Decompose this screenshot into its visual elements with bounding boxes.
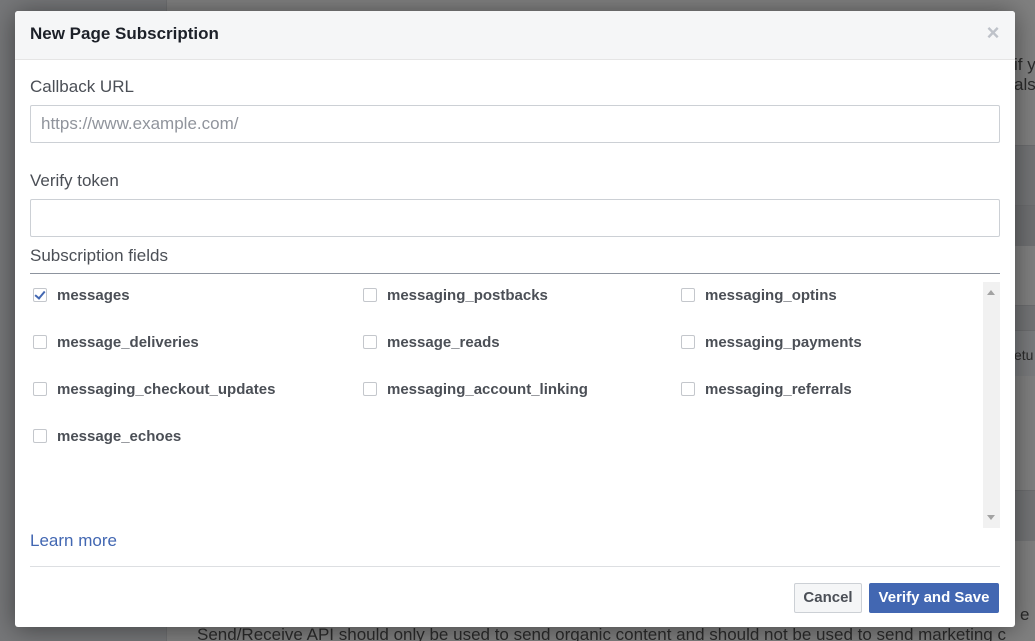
cancel-button[interactable]: Cancel	[794, 583, 862, 613]
field-item-messaging-referrals[interactable]: messaging_referrals	[681, 379, 852, 399]
field-item-message-echoes[interactable]: message_echoes	[33, 426, 181, 446]
checkbox-message-reads[interactable]	[363, 335, 377, 349]
footer-divider	[30, 566, 1000, 567]
field-label-message-echoes: message_echoes	[57, 427, 182, 445]
dialog-title: New Page Subscription	[30, 24, 219, 43]
learn-more-link[interactable]: Learn more	[30, 531, 117, 551]
dialog-header: New Page Subscription ×	[15, 11, 1015, 60]
verify-token-input[interactable]	[30, 199, 1000, 237]
checkbox-messaging-account-linking[interactable]	[363, 382, 377, 396]
field-label-message-reads: message_reads	[387, 333, 500, 351]
scroll-up-icon[interactable]	[987, 290, 995, 295]
verify-token-label: Verify token	[30, 171, 119, 190]
callback-url-label: Callback URL	[30, 77, 134, 96]
background-text: e	[1020, 605, 1030, 624]
close-icon[interactable]: ×	[985, 22, 1001, 44]
field-label-message-deliveries: message_deliveries	[57, 333, 199, 351]
field-label-messaging-checkout-updates: messaging_checkout_updates	[57, 380, 276, 398]
background-text: if y	[1014, 55, 1035, 74]
field-label-messaging-payments: messaging_payments	[705, 333, 862, 351]
callback-url-input[interactable]	[30, 105, 1000, 143]
field-item-messaging-account-linking[interactable]: messaging_account_linking	[363, 379, 588, 399]
checkbox-messages[interactable]	[33, 288, 47, 302]
background-disclaimer-text: Send/Receive API should only be used to …	[197, 625, 1006, 641]
field-item-message-deliveries[interactable]: message_deliveries	[33, 332, 199, 352]
checkbox-messaging-payments[interactable]	[681, 335, 695, 349]
checkbox-message-echoes[interactable]	[33, 429, 47, 443]
field-item-messages[interactable]: messages	[33, 285, 130, 305]
checkbox-message-deliveries[interactable]	[33, 335, 47, 349]
verify-and-save-button[interactable]: Verify and Save	[869, 583, 999, 613]
background-text: etu	[1014, 347, 1034, 363]
field-item-message-reads[interactable]: message_reads	[363, 332, 500, 352]
field-item-messaging-optins[interactable]: messaging_optins	[681, 285, 837, 305]
field-label-messaging-optins: messaging_optins	[705, 286, 837, 304]
scroll-down-icon[interactable]	[987, 515, 995, 520]
field-item-messaging-checkout-updates[interactable]: messaging_checkout_updates	[33, 379, 275, 399]
fields-scrollbar[interactable]	[983, 282, 1000, 528]
checkbox-messaging-checkout-updates[interactable]	[33, 382, 47, 396]
checkbox-messaging-referrals[interactable]	[681, 382, 695, 396]
checkbox-messaging-optins[interactable]	[681, 288, 695, 302]
checkbox-messaging-postbacks[interactable]	[363, 288, 377, 302]
field-label-messaging-account-linking: messaging_account_linking	[387, 380, 588, 398]
new-page-subscription-dialog: New Page Subscription × Callback URL Ver…	[15, 11, 1015, 627]
subscription-fields-list: messages messaging_postbacks messaging_o…	[30, 273, 1000, 530]
field-label-messaging-referrals: messaging_referrals	[705, 380, 852, 398]
field-item-messaging-postbacks[interactable]: messaging_postbacks	[363, 285, 548, 305]
field-label-messaging-postbacks: messaging_postbacks	[387, 286, 548, 304]
background-text: also	[1014, 75, 1035, 94]
field-label-messages: messages	[57, 286, 130, 304]
subscription-fields-label: Subscription fields	[30, 246, 168, 265]
field-item-messaging-payments[interactable]: messaging_payments	[681, 332, 862, 352]
